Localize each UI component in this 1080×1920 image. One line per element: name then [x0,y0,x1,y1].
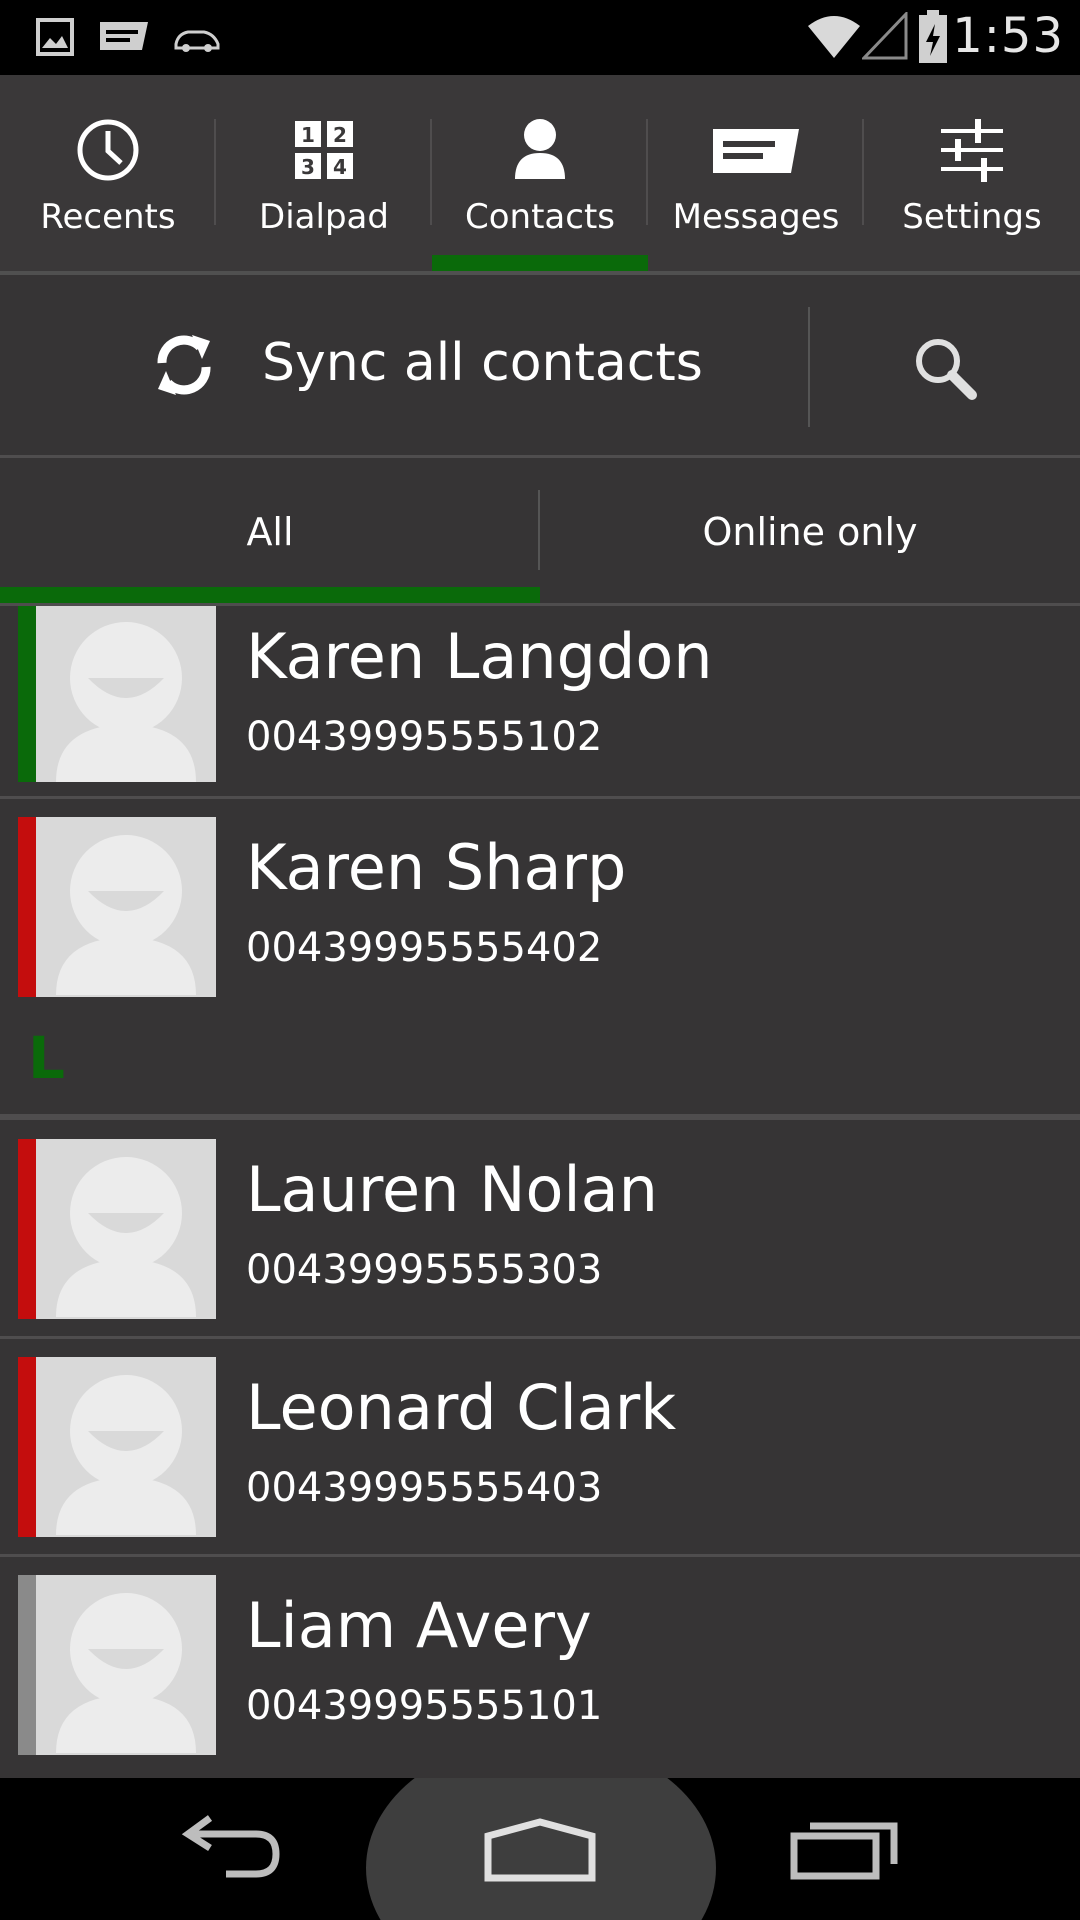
contact-row[interactable]: Karen Sharp 00439995555402 [0,817,1080,1033]
image-icon [36,18,74,56]
recent-apps-icon [790,1822,898,1880]
svg-text:3: 3 [301,155,315,179]
tab-label: Dialpad [259,197,389,237]
default-avatar-icon [56,1157,196,1317]
divider [0,796,1080,799]
section-divider [0,1114,1080,1120]
status-bar: 1:53 [0,0,1080,75]
status-indicator [18,1139,36,1319]
sync-bar: Sync all contacts [0,275,1080,455]
contact-name: Leonard Clark [246,1371,677,1444]
tab-dialpad[interactable]: 1 2 3 4 Dialpad [216,75,432,271]
filter-tab-online-only[interactable]: Online only [540,458,1080,603]
sliders-icon [941,119,1003,182]
svg-text:4: 4 [333,155,347,179]
contact-name: Liam Avery [246,1589,592,1662]
person-icon [515,119,565,179]
tab-messages[interactable]: Messages [648,75,864,271]
divider [0,1336,1080,1339]
avatar [36,606,216,782]
message-icon [713,129,799,173]
car-icon [174,30,220,52]
search-button[interactable] [810,275,1080,455]
contact-number: 00439995555303 [246,1247,603,1293]
divider [0,1554,1080,1557]
status-indicator [18,1575,36,1755]
tab-label: Messages [672,197,840,237]
message-icon [100,22,148,50]
search-icon [916,339,977,400]
section-header-letter: L [28,1024,65,1092]
avatar [36,1575,216,1755]
filter-label: Online only [702,510,918,554]
contact-number: 00439995555101 [246,1683,603,1729]
contact-name: Karen Langdon [246,620,713,693]
contact-number: 00439995555403 [246,1465,603,1511]
sync-all-contacts-button[interactable]: Sync all contacts [0,275,808,455]
sync-icon [157,335,211,395]
tab-recents[interactable]: Recents [0,75,216,271]
contact-name: Karen Sharp [246,831,627,904]
back-button[interactable] [170,1778,330,1920]
filter-label: All [246,510,294,554]
battery-charging-icon [919,10,947,63]
tab-contacts[interactable]: Contacts [432,75,648,271]
avatar [36,1139,216,1319]
contact-number: 00439995555402 [246,925,603,971]
wifi-icon [808,16,860,58]
contact-row[interactable]: Karen Langdon 00439995555102 [0,606,1080,822]
separator [538,490,540,570]
status-indicator [18,606,36,782]
recent-apps-button[interactable] [780,1778,920,1920]
sync-label: Sync all contacts [262,333,703,393]
avatar [36,1357,216,1537]
default-avatar-icon [56,1375,196,1535]
filter-tab-all[interactable]: All [0,458,540,603]
clock-icon [77,119,139,181]
tab-label: Contacts [465,197,615,237]
contact-name: Lauren Nolan [246,1153,658,1226]
signal-icon [862,12,908,60]
contact-row[interactable]: Leonard Clark 00439995555403 [0,1357,1080,1573]
status-indicator [18,1357,36,1537]
filter-tab-bar: All Online only [0,458,1080,603]
avatar [36,817,216,997]
svg-text:1: 1 [301,123,315,147]
home-button[interactable] [470,1778,610,1920]
contact-number: 00439995555102 [246,714,603,760]
contact-row[interactable]: Liam Avery 00439995555101 [0,1575,1080,1791]
dialpad-icon: 1 2 3 4 [295,121,353,179]
default-avatar-icon [56,1593,196,1753]
status-clock: 1:53 [952,8,1064,64]
default-avatar-icon [56,835,196,995]
home-icon [484,1818,596,1882]
top-tab-bar: Recents 1 2 3 4 Dialpad Contacts Message… [0,75,1080,271]
contact-row[interactable]: Lauren Nolan 00439995555303 [0,1139,1080,1355]
tab-label: Settings [902,197,1042,237]
navigation-bar [0,1778,1080,1920]
active-filter-indicator [0,587,540,603]
status-indicator [18,817,36,997]
active-tab-indicator [432,255,648,271]
svg-text:2: 2 [333,123,347,147]
tab-settings[interactable]: Settings [864,75,1080,271]
default-avatar-icon [56,622,196,782]
back-icon [181,1815,280,1878]
tab-label: Recents [40,197,176,237]
